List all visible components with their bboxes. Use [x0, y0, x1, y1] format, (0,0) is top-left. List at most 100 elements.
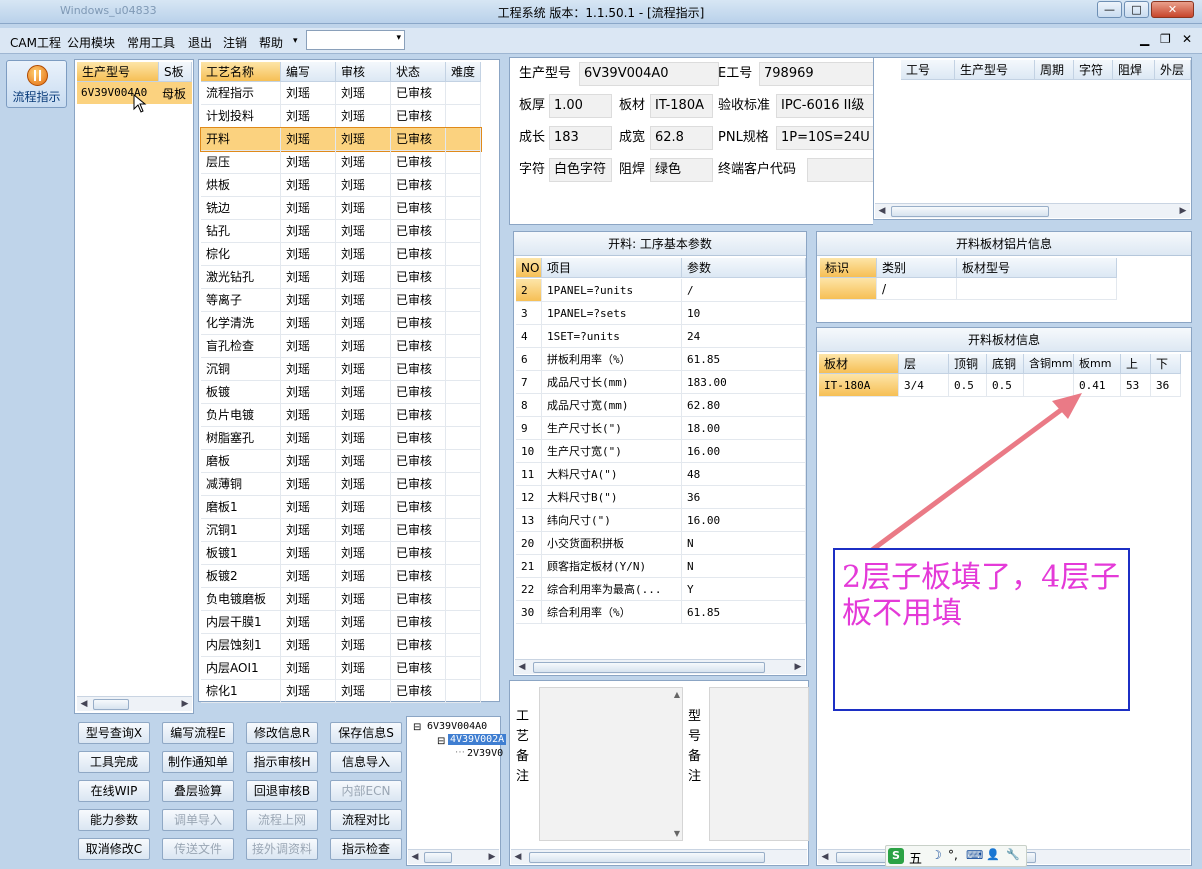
params-cell[interactable]: 纬向尺寸(") — [542, 509, 682, 532]
scroll-left-icon[interactable]: ◀ — [512, 851, 524, 863]
tree-toggle-icon[interactable]: ⊟ — [413, 722, 421, 733]
params-cell[interactable]: 综合利用率（%） — [542, 601, 682, 624]
menu-cam[interactable]: CAM工程 — [10, 34, 61, 51]
params-cell[interactable]: 36 — [682, 486, 806, 509]
action-button[interactable]: 修改信息R — [246, 722, 318, 744]
board-info-header[interactable]: 板材 — [819, 354, 899, 374]
model-list-header[interactable]: S板 — [159, 62, 192, 82]
process-table-row[interactable]: 等离子 刘瑶 刘瑶 已审核 — [201, 289, 481, 312]
process-table-row[interactable]: 化学清洗 刘瑶 刘瑶 已审核 — [201, 312, 481, 335]
action-button[interactable]: 流程对比 — [330, 809, 402, 831]
sheet-info-cell[interactable]: / — [877, 278, 957, 300]
action-button[interactable]: 回退审核B — [246, 780, 318, 802]
scroll-left-icon[interactable]: ◀ — [876, 205, 888, 217]
process-table-row[interactable]: 烘板 刘瑶 刘瑶 已审核 — [201, 174, 481, 197]
process-table-header[interactable]: 审核 — [336, 62, 391, 82]
params-cell[interactable]: 22 — [516, 578, 542, 601]
params-cell[interactable]: 24 — [682, 325, 806, 348]
process-table-row[interactable]: 负片电镀 刘瑶 刘瑶 已审核 — [201, 404, 481, 427]
params-cell[interactable]: 1PANEL=?sets — [542, 302, 682, 325]
params-scrollbar[interactable]: ◀ ▶ — [515, 659, 805, 674]
process-table-row[interactable]: 沉铜1 刘瑶 刘瑶 已审核 — [201, 519, 481, 542]
params-cell[interactable]: 20 — [516, 532, 542, 555]
process-table-row[interactable]: 磨板 刘瑶 刘瑶 已审核 — [201, 450, 481, 473]
tree-toggle-icon[interactable]: ⊟ — [437, 736, 445, 747]
params-cell[interactable]: 30 — [516, 601, 542, 624]
action-button[interactable]: 指示检查 — [330, 838, 402, 860]
sheet-info-header[interactable]: 板材型号 — [957, 258, 1117, 278]
board-info-cell[interactable]: 53 — [1121, 374, 1151, 397]
process-table-row[interactable]: 钻孔 刘瑶 刘瑶 已审核 — [201, 220, 481, 243]
process-table-header[interactable]: 编写 — [281, 62, 336, 82]
params-cell[interactable]: 综合利用率为最高(... — [542, 578, 682, 601]
params-cell[interactable]: 顾客指定板材(Y/N) — [542, 555, 682, 578]
params-cell[interactable]: 13 — [516, 509, 542, 532]
job-list-header[interactable]: 周期 — [1035, 60, 1074, 80]
ime-mode-icon[interactable]: 五 — [909, 848, 922, 867]
job-list-header[interactable]: 字符 — [1074, 60, 1113, 80]
params-cell[interactable]: N — [682, 532, 806, 555]
ime-moon-icon[interactable]: ☽ — [931, 848, 942, 862]
board-info-header[interactable]: 下 — [1151, 354, 1181, 374]
sheet-info-cell[interactable] — [957, 278, 1117, 300]
action-button[interactable]: 编写流程E — [162, 722, 234, 744]
process-table-row[interactable]: 计划投料 刘瑶 刘瑶 已审核 — [201, 105, 481, 128]
params-cell[interactable]: 6 — [516, 348, 542, 371]
process-table-row[interactable]: 磨板1 刘瑶 刘瑶 已审核 — [201, 496, 481, 519]
process-table-row[interactable]: 板镀1 刘瑶 刘瑶 已审核 — [201, 542, 481, 565]
chevron-down-icon[interactable]: ▾ — [293, 36, 298, 46]
scroll-thumb[interactable] — [529, 852, 765, 863]
scroll-thumb[interactable] — [93, 699, 129, 710]
mdi-restore-button[interactable]: ❐ — [1160, 32, 1171, 46]
menu-help[interactable]: 帮助 — [259, 34, 283, 51]
params-cell[interactable]: 成品尺寸长(mm) — [542, 371, 682, 394]
close-button[interactable]: ✕ — [1151, 1, 1194, 18]
remarks-scrollbar[interactable]: ◀ — [511, 849, 807, 864]
ime-punct-icon[interactable]: °, — [948, 848, 958, 862]
menu-combo[interactable]: ▾ — [306, 30, 405, 50]
params-cell[interactable]: 9 — [516, 417, 542, 440]
job-list-header[interactable]: 工号 — [901, 60, 955, 80]
job-list-header[interactable]: 阻焊 — [1113, 60, 1155, 80]
process-table-row[interactable]: 棕化1 刘瑶 刘瑶 已审核 — [201, 680, 481, 703]
width-field[interactable]: 62.8 — [650, 126, 713, 150]
tree-node[interactable]: 2V39V0 — [467, 748, 503, 759]
action-button[interactable]: 叠层验算 — [162, 780, 234, 802]
scroll-left-icon[interactable]: ◀ — [78, 698, 90, 710]
scroll-left-icon[interactable]: ◀ — [819, 851, 831, 863]
params-cell[interactable]: 11 — [516, 463, 542, 486]
params-cell[interactable]: 1SET=?units — [542, 325, 682, 348]
params-cell[interactable]: 小交货面积拼板 — [542, 532, 682, 555]
params-cell[interactable]: 大料尺寸B(") — [542, 486, 682, 509]
process-table-row[interactable]: 层压 刘瑶 刘瑶 已审核 — [201, 151, 481, 174]
action-button[interactable]: 在线WIP — [78, 780, 150, 802]
menu-tools[interactable]: 常用工具 — [127, 34, 175, 51]
board-info-header[interactable]: 底铜 — [987, 354, 1024, 374]
action-button[interactable]: 制作通知单 — [162, 751, 234, 773]
ime-settings-icon[interactable]: 🔧 — [1006, 848, 1020, 861]
pnl-spec-field[interactable]: 1P=10S=24U — [776, 126, 876, 150]
params-cell[interactable]: 18.00 — [682, 417, 806, 440]
length-field[interactable]: 183 — [549, 126, 612, 150]
params-cell[interactable]: 16.00 — [682, 440, 806, 463]
params-cell[interactable]: Y — [682, 578, 806, 601]
nav-process-instruction[interactable]: 流程指示 — [6, 60, 67, 108]
scroll-thumb[interactable] — [533, 662, 765, 673]
ime-user-icon[interactable]: 👤 — [986, 848, 1000, 861]
scroll-down-icon[interactable]: ▼ — [674, 829, 680, 838]
params-header[interactable]: 项目 — [542, 258, 682, 278]
params-cell[interactable]: 3 — [516, 302, 542, 325]
params-cell[interactable]: 8 — [516, 394, 542, 417]
sheet-info-header[interactable]: 标识 — [820, 258, 877, 278]
acceptance-standard-field[interactable]: IPC-6016 II级 — [776, 94, 876, 118]
params-cell[interactable]: 4 — [516, 325, 542, 348]
minimize-button[interactable]: — — [1097, 1, 1122, 18]
params-cell[interactable]: 16.00 — [682, 509, 806, 532]
params-cell[interactable]: 61.85 — [682, 601, 806, 624]
action-button[interactable]: 型号查询X — [78, 722, 150, 744]
params-cell[interactable]: 12 — [516, 486, 542, 509]
params-cell[interactable]: 生产尺寸宽(") — [542, 440, 682, 463]
action-button[interactable]: 取消修改C — [78, 838, 150, 860]
action-button[interactable]: 能力参数 — [78, 809, 150, 831]
process-table-header[interactable]: 工艺名称 — [201, 62, 281, 82]
